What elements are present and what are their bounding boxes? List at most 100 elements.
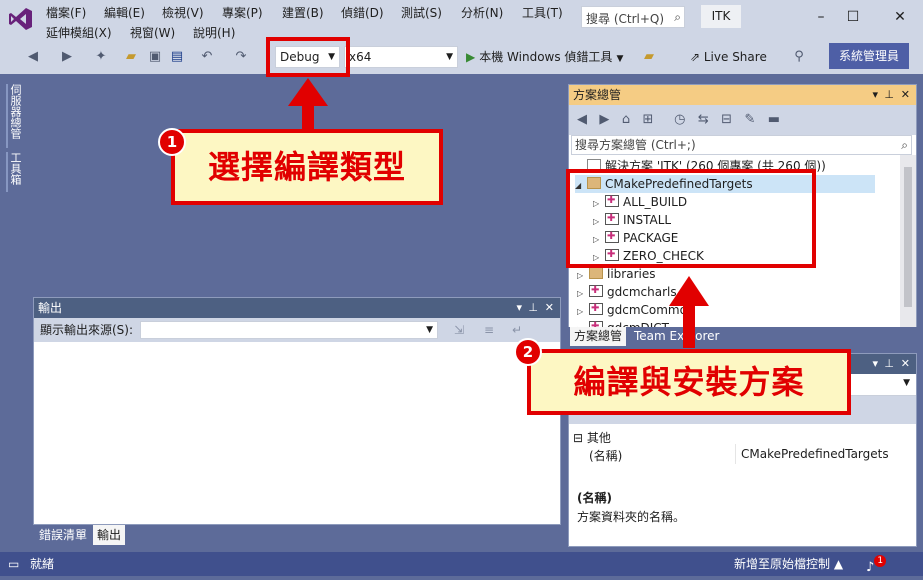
property-category[interactable]: ⊟ 其他 (573, 429, 611, 446)
collapse-all-icon[interactable]: ⊟ (721, 112, 732, 127)
minimize-button[interactable]: – (806, 6, 836, 28)
attach-icon[interactable]: ▰ (640, 47, 658, 67)
admin-badge[interactable]: 系統管理員 (829, 43, 909, 69)
output-title: 輸出 (38, 301, 63, 315)
properties-wrench-icon[interactable]: ✎ (744, 112, 755, 127)
chevron-down-icon[interactable]: ▾ (872, 354, 878, 374)
output-source-label: 顯示輸出來源(S): (40, 323, 134, 337)
pin-icon[interactable]: ⊥ (528, 298, 538, 318)
global-search-input[interactable]: 搜尋 (Ctrl+Q) ⌕ (581, 6, 685, 28)
back-nav-icon[interactable]: ◀ (24, 47, 42, 67)
close-icon[interactable]: ✕ (901, 354, 910, 374)
status-ready: 就緒 (30, 557, 55, 571)
live-share-icon: ⇗ (690, 50, 704, 64)
output-pane: 輸出 ▾ ⊥ ✕ 顯示輸出來源(S): ▼ ⇲ ≡ ↵ (33, 297, 561, 525)
find-message-icon[interactable]: ⇲ (454, 318, 464, 342)
save-all-icon[interactable]: ▤ (168, 47, 186, 67)
menu-edit[interactable]: 編輯(E) (104, 4, 145, 21)
server-explorer-tab[interactable]: 伺服器總管 (6, 84, 24, 148)
callout-select-build-type: 選擇編譯類型 (171, 129, 443, 205)
pin-icon[interactable]: ⊥ (884, 354, 894, 374)
back-nav-icon[interactable]: ◀ (577, 112, 587, 127)
preview-icon[interactable]: ▬ (768, 112, 780, 127)
project-icon (589, 300, 603, 318)
menu-analyze[interactable]: 分析(N) (461, 4, 503, 21)
solution-search-placeholder: 搜尋方案總管 (Ctrl+;) (575, 138, 696, 152)
run-label: 本機 Windows 偵錯工具 (479, 50, 613, 64)
history-icon[interactable]: ◷ (674, 112, 685, 127)
menu-file[interactable]: 檔案(F) (46, 4, 86, 21)
menu-test[interactable]: 測試(S) (401, 4, 442, 21)
output-toolbar: 顯示輸出來源(S): ▼ ⇲ ≡ ↵ (34, 318, 560, 342)
new-project-icon[interactable]: ✦ (92, 47, 110, 67)
close-icon[interactable]: ✕ (545, 298, 554, 318)
property-value[interactable]: CMakePredefinedTargets (741, 447, 889, 461)
undo-icon[interactable]: ↶ (198, 47, 216, 67)
feedback-icon[interactable]: ⚲ (790, 47, 808, 67)
notification-count: 1 (874, 555, 887, 567)
chevron-down-icon: ▼ (446, 52, 453, 62)
menu-build[interactable]: 建置(B) (282, 4, 324, 21)
start-debugging-button[interactable]: ▶ 本機 Windows 偵錯工具 ▼ (466, 46, 623, 68)
maximize-button[interactable]: ☐ (838, 6, 868, 28)
search-icon: ⌕ (674, 10, 681, 24)
menu-help[interactable]: 說明(H) (193, 24, 235, 41)
add-to-source-control[interactable]: 新增至原始檔控制 ▲ (734, 552, 843, 576)
menu-project[interactable]: 專案(P) (222, 4, 263, 21)
solution-explorer-title: 方案總管 (573, 88, 622, 102)
live-share-label: Live Share (703, 50, 767, 64)
save-icon[interactable]: ▣ (146, 47, 164, 67)
output-header: 輸出 ▾ ⊥ ✕ (34, 298, 560, 318)
scrollbar-thumb[interactable] (904, 167, 912, 307)
chevron-down-icon[interactable]: ▾ (872, 85, 878, 105)
menu-debug[interactable]: 偵錯(D) (341, 4, 384, 21)
switch-views-icon[interactable]: ⊞ (642, 112, 653, 127)
home-icon[interactable]: ⌂ (622, 112, 630, 127)
forward-nav-icon[interactable]: ▶ (58, 47, 76, 67)
menu-window[interactable]: 視窗(W) (130, 24, 175, 41)
solution-name-badge: ITK (701, 5, 741, 28)
pin-icon[interactable]: ⊥ (884, 85, 894, 105)
close-icon[interactable]: ✕ (901, 85, 910, 105)
menu-extensions[interactable]: 延伸模組(X) (46, 24, 112, 41)
search-icon: ⌕ (901, 138, 908, 152)
chevron-down-icon[interactable]: ▾ (516, 298, 522, 318)
forward-nav-icon[interactable]: ▶ (599, 112, 609, 127)
notification-icon[interactable]: ♪ 1 (866, 555, 887, 580)
tab-output[interactable]: 輸出 (93, 525, 126, 545)
menu-view[interactable]: 檢視(V) (162, 4, 204, 21)
clear-all-icon[interactable]: ≡ (484, 318, 494, 342)
tree-label: gdcmcharls (607, 285, 677, 299)
toolbox-tab[interactable]: 工具箱 (6, 152, 24, 192)
callout-build-and-install: 編譯與安裝方案 (527, 349, 851, 415)
solution-explorer-header: 方案總管 ▾ ⊥ ✕ (569, 85, 916, 105)
output-source-dropdown[interactable]: ▼ (140, 321, 438, 339)
highlight-cmake-targets (566, 169, 816, 268)
chevron-down-icon: ▼ (903, 378, 910, 388)
solution-search-input[interactable]: 搜尋方案總管 (Ctrl+;) ⌕ (571, 135, 912, 155)
sync-icon[interactable]: ⇆ (698, 112, 709, 127)
platform-value: x64 (349, 50, 372, 64)
arrow-shaft-1 (302, 104, 314, 130)
solution-tab-strip: 方案總管 Team Explorer (568, 327, 917, 346)
highlight-configuration (266, 37, 350, 77)
menu-tools[interactable]: 工具(T) (522, 4, 563, 21)
live-share-button[interactable]: ⇗ Live Share (690, 46, 767, 68)
tab-error-list[interactable]: 錯誤清單 (35, 525, 91, 545)
solution-explorer-toolbar: ◀ ▶ ⌂ ⊞ ◷ ⇆ ⊟ ✎ ▬ (569, 105, 916, 135)
property-divider (735, 444, 736, 464)
tree-row-gdcmcharls[interactable]: ▷gdcmcharls (577, 282, 677, 301)
platform-dropdown[interactable]: x64 ▼ (344, 46, 458, 68)
tab-team-explorer[interactable]: Team Explorer (630, 327, 724, 346)
tab-solution-explorer[interactable]: 方案總管 (570, 327, 627, 346)
close-button[interactable]: ✕ (885, 6, 915, 28)
word-wrap-icon[interactable]: ↵ (512, 318, 522, 342)
search-placeholder: 搜尋 (Ctrl+Q) (586, 12, 665, 26)
arrow-up-icon (288, 78, 328, 106)
open-folder-icon[interactable]: ▰ (122, 47, 140, 67)
callout-badge-2: 2 (514, 338, 542, 366)
chevron-down-icon: ▼ (426, 325, 433, 335)
redo-icon[interactable]: ↷ (232, 47, 250, 67)
ready-icon: ▭ (8, 557, 20, 571)
vertical-scrollbar[interactable] (900, 155, 916, 331)
